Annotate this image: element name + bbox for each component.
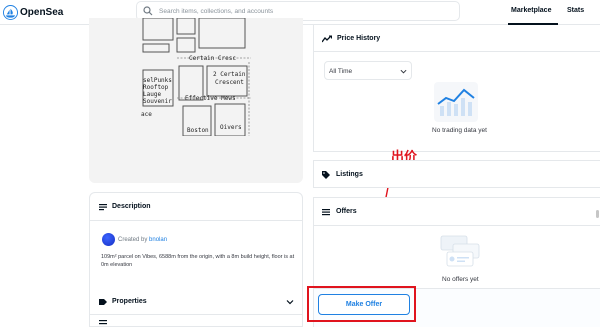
offers-header[interactable]: Offers (314, 198, 600, 226)
chevron-down-icon (400, 69, 407, 74)
item-image: Certain Cresc 2 Certain Crescent selPunk… (89, 18, 303, 183)
chevron-down-icon (286, 300, 294, 305)
no-trading-text: No trading data yet (432, 127, 487, 134)
empty-offers-illustration (440, 235, 480, 267)
brand-name[interactable]: OpenSea (20, 7, 63, 18)
next-panel (89, 316, 303, 327)
map-label: Rooftop (143, 84, 169, 91)
no-offers-text: No offers yet (442, 276, 479, 283)
price-history-panel: Price History All Time No trading data y… (313, 25, 600, 152)
map-label: Certain Cresc (189, 55, 236, 62)
listings-title: Listings (336, 171, 363, 178)
price-history-title: Price History (337, 35, 381, 42)
properties-panel[interactable]: Properties (89, 289, 303, 315)
tag-icon (322, 171, 330, 179)
map-label: Effective Mews (185, 95, 236, 102)
trend-chart-icon (322, 35, 332, 43)
nav-stats[interactable]: Stats (567, 7, 584, 14)
created-by-prefix: Created by (118, 237, 148, 243)
empty-chart-illustration (434, 82, 478, 122)
map-label: Lauge (143, 91, 161, 98)
list-icon (322, 209, 330, 216)
search-icon (143, 6, 153, 16)
time-range-value: All Time (329, 68, 353, 75)
nav-marketplace[interactable]: Marketplace (511, 7, 551, 14)
parcel-map-image: Certain Cresc 2 Certain Crescent selPunk… (141, 18, 251, 136)
map-label: Boston (187, 127, 209, 134)
created-by: Created by bnolan (118, 237, 167, 243)
description-text: 109m² parcel on Vibes, 6588m from the or… (101, 254, 295, 268)
opensea-logo-icon[interactable] (3, 5, 18, 20)
time-range-select[interactable]: All Time (324, 61, 412, 80)
map-label: 2 Certain (213, 71, 246, 78)
annotation-highlight-box (307, 286, 416, 322)
tag-icon (99, 299, 107, 305)
search-input[interactable] (159, 5, 449, 18)
creator-link[interactable]: bnolan (149, 237, 167, 243)
properties-title: Properties (112, 298, 147, 305)
price-history-header[interactable]: Price History (314, 25, 600, 52)
creator-avatar[interactable] (102, 233, 115, 246)
map-label: selPunks (143, 77, 172, 84)
map-label: Crescent (215, 79, 244, 86)
map-label: ace (141, 111, 152, 118)
map-label: Souvenir (143, 98, 172, 105)
description-icon (99, 204, 107, 211)
description-title: Description (112, 203, 151, 210)
scrollbar-thumb[interactable] (596, 210, 599, 218)
next-panel-icon (99, 320, 107, 325)
description-header: Description (90, 193, 302, 221)
listings-panel[interactable]: Listings (313, 160, 600, 188)
offers-title: Offers (336, 208, 357, 215)
map-label: Oivers (220, 124, 242, 131)
